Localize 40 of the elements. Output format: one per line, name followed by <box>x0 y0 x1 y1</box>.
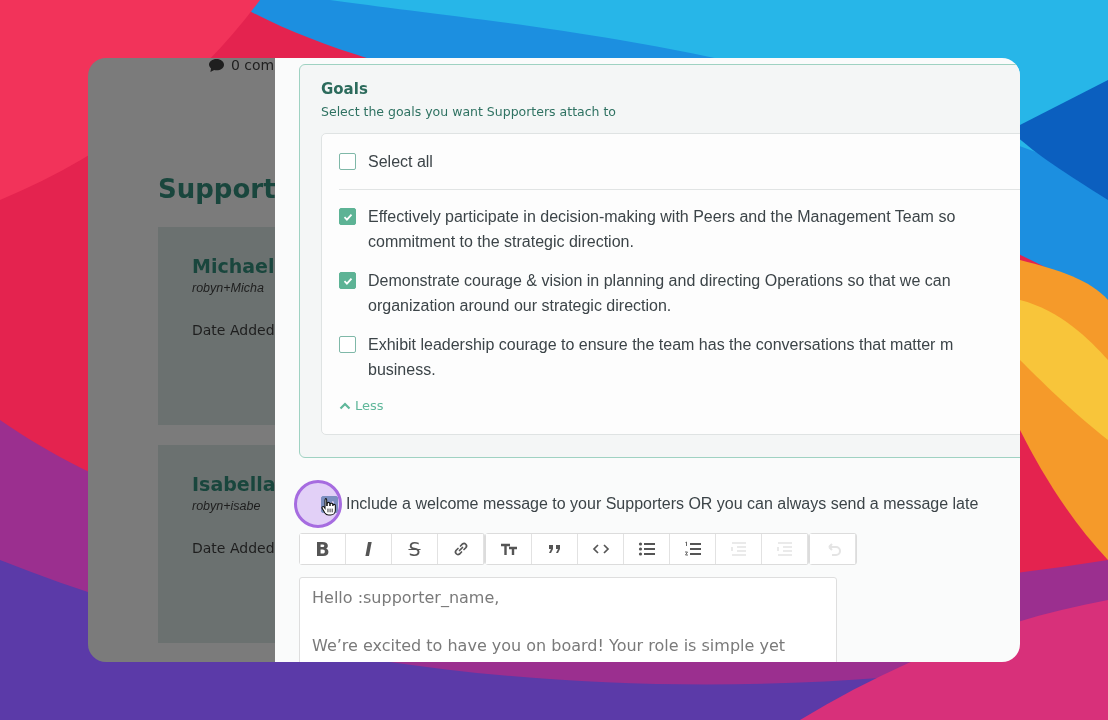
quote-button[interactable] <box>532 534 578 564</box>
goal-text: business. <box>368 360 437 380</box>
heading-button[interactable] <box>486 534 532 564</box>
goal-checkbox[interactable] <box>339 272 356 289</box>
supporter-email: robyn+Micha <box>192 281 265 295</box>
bold-button[interactable]: B <box>300 534 346 564</box>
date-added-label: Date Added <box>192 540 275 556</box>
italic-button[interactable]: I <box>346 534 392 564</box>
goals-subtitle: Select the goals you want Supporters attach to <box>321 103 617 121</box>
link-button[interactable] <box>438 534 484 564</box>
goal-text: organization around our strategic direction. <box>368 296 673 316</box>
bullet-list-icon <box>636 539 657 559</box>
goal-text: Demonstrate courage & vision in planning and directing Operations so that we can <box>368 271 951 291</box>
editor-text: Hello :supporter_name, <box>312 587 501 609</box>
supporter-email: robyn+isabe <box>192 499 262 513</box>
goal-text: Effectively participate in decision-making with Peers and the Management Team so <box>368 207 956 227</box>
goals-title: Goals <box>321 79 369 99</box>
code-button[interactable] <box>578 534 624 564</box>
editor-text: We’re excited to have you on board! Your role is simple yet <box>312 635 786 657</box>
comment-count: 0 com <box>231 58 275 74</box>
goal-text: commitment to the strategic direction. <box>368 232 635 252</box>
date-added-label: Date Added <box>192 322 275 338</box>
goal-checkbox[interactable] <box>339 336 356 353</box>
select-all-label: Select all <box>368 152 433 172</box>
goal-checkbox[interactable] <box>339 208 356 225</box>
goal-text: Exhibit leadership courage to ensure the team has the conversations that matter m <box>368 335 954 355</box>
hand-cursor-icon <box>321 497 336 516</box>
welcome-label: Include a welcome message to your Supporters OR you can always send a message late <box>346 495 979 513</box>
select-all-checkbox[interactable] <box>339 153 356 170</box>
click-highlight <box>294 480 342 528</box>
message-editor[interactable]: Hello :supporter_name, We’re excited to have you on board! Your role is simple yet <box>299 577 837 662</box>
section-heading: Support <box>158 173 275 206</box>
chevron-up-icon <box>339 402 351 410</box>
comment-icon <box>208 58 225 73</box>
bullets-button[interactable] <box>624 534 670 564</box>
supporter-name: Michael <box>192 254 275 279</box>
strike-button[interactable]: S <box>392 534 438 564</box>
supporter-name: Isabella <box>192 472 275 497</box>
numbered-list-icon <box>682 539 703 559</box>
numbers-button[interactable] <box>670 534 716 564</box>
